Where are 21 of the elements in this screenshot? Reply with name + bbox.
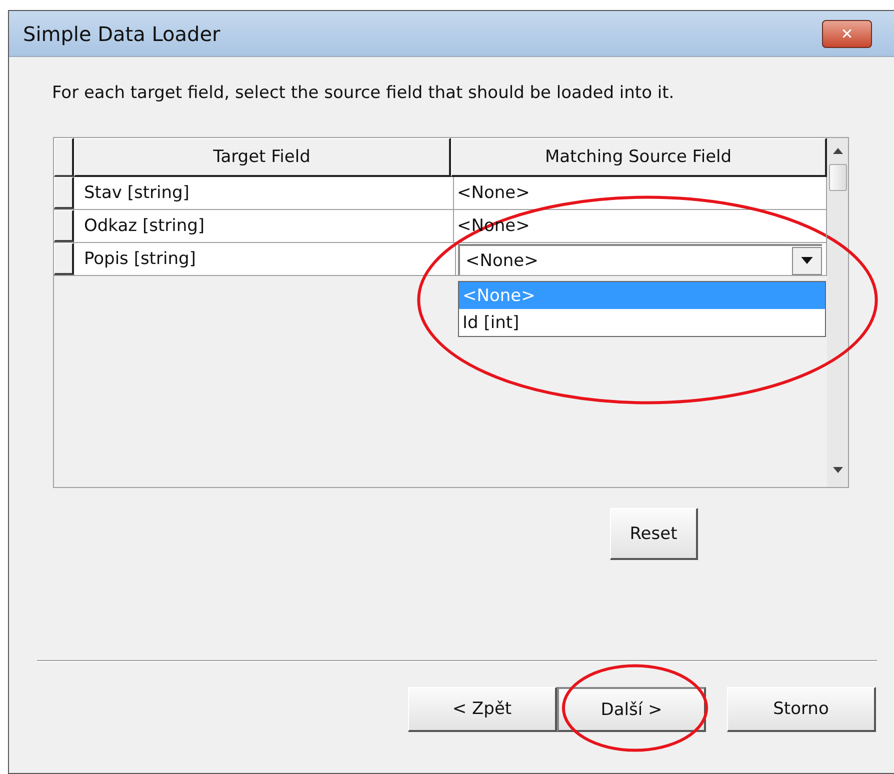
row-header[interactable] — [54, 177, 74, 209]
caret-icon — [801, 257, 813, 264]
table-cell: Odkaz [string] — [74, 210, 454, 242]
wizard-button[interactable]: < Zpět — [408, 687, 557, 732]
scroll-down-icon[interactable] — [832, 467, 842, 473]
scroll-up-icon[interactable] — [832, 148, 842, 154]
row-header[interactable] — [54, 243, 74, 275]
table-cell: Stav [string] — [74, 177, 454, 209]
row-header[interactable] — [54, 210, 74, 242]
reset-button[interactable]: Reset — [610, 508, 698, 560]
dropdown-button[interactable] — [792, 246, 822, 274]
scroll-thumb[interactable] — [828, 164, 846, 191]
window-title: Simple Data Loader — [23, 22, 220, 46]
scrollbar[interactable] — [827, 138, 848, 487]
table-cell: Popis [string] — [74, 243, 456, 275]
dropdown-value: <None> — [464, 250, 538, 270]
instruction-text: For each target field, select the source field that should be loaded into it. — [52, 83, 676, 103]
wizard-button[interactable]: Storno — [727, 687, 876, 732]
dropdown-option[interactable]: Id [int] — [458, 309, 825, 336]
wizard-button[interactable]: Další > — [557, 687, 706, 732]
dropdown-field[interactable]: <None> — [458, 244, 822, 275]
